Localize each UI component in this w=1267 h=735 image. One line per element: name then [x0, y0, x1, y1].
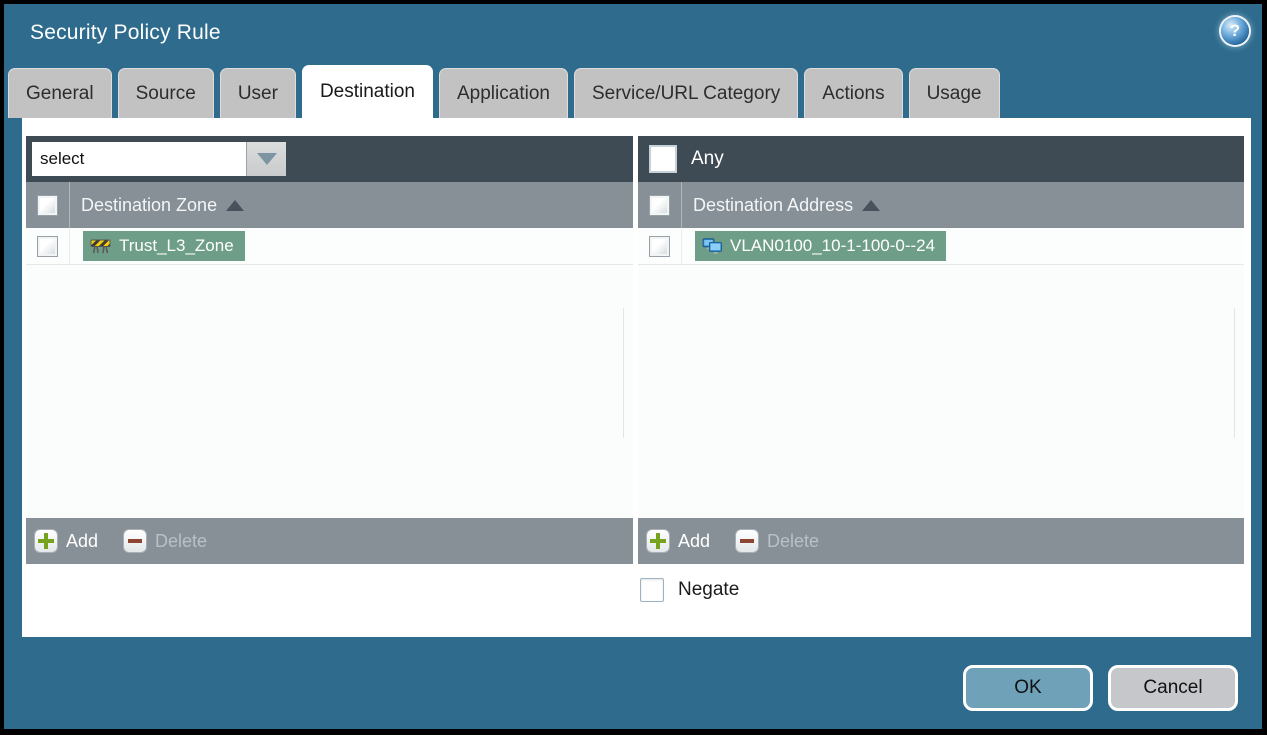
- address-delete-button[interactable]: Delete: [736, 530, 819, 552]
- tab-usage[interactable]: Usage: [908, 68, 1000, 118]
- address-add-button[interactable]: Add: [647, 530, 710, 552]
- zone-panel-footer: Add Delete: [26, 518, 633, 564]
- plus-icon: [647, 530, 669, 552]
- minus-icon: [124, 530, 147, 552]
- address-select-all-cell: [638, 182, 682, 228]
- zone-type-dropdown[interactable]: select: [32, 142, 286, 176]
- any-label: Any: [691, 148, 724, 169]
- zone-type-dropdown-button[interactable]: [246, 142, 286, 176]
- tab-actions[interactable]: Actions: [804, 68, 903, 118]
- dialog-title: Security Policy Rule: [30, 21, 221, 44]
- negate-toggle: Negate: [640, 578, 739, 602]
- zone-name: Trust_L3_Zone: [119, 236, 234, 255]
- zone-list: Trust_L3_Zone: [26, 228, 633, 518]
- zone-select-all-cell: [26, 182, 70, 228]
- destination-zone-panel: select Destination Zone Trust_L3_Zone Ad…: [26, 136, 633, 564]
- zone-add-label: Add: [66, 530, 99, 551]
- zone-column-header[interactable]: Destination Zone: [81, 195, 217, 216]
- address-delete-label: Delete: [767, 530, 820, 551]
- chevron-down-icon: [256, 153, 277, 165]
- tab-general[interactable]: General: [8, 68, 112, 118]
- sort-ascending-icon[interactable]: [226, 199, 245, 211]
- address-list: VLAN0100_10-1-100-0--24: [638, 228, 1244, 518]
- address-row-checkbox-cell: [638, 228, 682, 264]
- zone-column-header-row: Destination Zone: [26, 182, 633, 228]
- address-add-label: Add: [678, 530, 711, 551]
- tab-destination[interactable]: Destination: [301, 65, 433, 118]
- any-checkbox[interactable]: [651, 147, 675, 171]
- address-list-scrollbar[interactable]: [1234, 308, 1235, 438]
- tab-service-url-category[interactable]: Service/URL Category: [573, 68, 799, 118]
- security-policy-rule-dialog: Security Policy Rule ? General Source Us…: [4, 4, 1262, 729]
- address-panel-toolbar: Any: [638, 136, 1244, 182]
- minus-icon: [736, 530, 759, 552]
- tab-bar: General Source User Destination Applicat…: [8, 65, 1000, 118]
- ok-button[interactable]: OK: [963, 665, 1093, 711]
- address-column-header-row: Destination Address: [638, 182, 1244, 228]
- address-value-chip[interactable]: VLAN0100_10-1-100-0--24: [695, 231, 947, 261]
- zone-list-scrollbar[interactable]: [623, 308, 624, 438]
- zone-panel-toolbar: select: [26, 136, 633, 182]
- plus-icon: [35, 530, 57, 552]
- zone-value-chip[interactable]: Trust_L3_Zone: [83, 231, 245, 261]
- negate-label: Negate: [678, 579, 740, 600]
- destination-tab-content: select Destination Zone Trust_L3_Zone Ad…: [22, 118, 1251, 637]
- zone-delete-button[interactable]: Delete: [124, 530, 207, 552]
- zone-type-dropdown-value[interactable]: select: [32, 142, 246, 176]
- any-toggle: Any: [644, 147, 724, 171]
- address-select-all-checkbox[interactable]: [650, 195, 669, 215]
- destination-address-panel: Any Destination Address VLAN0100_10-1-10…: [638, 136, 1244, 564]
- zone-add-button[interactable]: Add: [35, 530, 98, 552]
- cancel-button[interactable]: Cancel: [1108, 665, 1238, 711]
- zone-list-item[interactable]: Trust_L3_Zone: [26, 228, 633, 265]
- address-name: VLAN0100_10-1-100-0--24: [730, 236, 936, 255]
- zone-icon: [90, 239, 111, 254]
- zone-row-checkbox-cell: [26, 228, 70, 264]
- negate-checkbox[interactable]: [640, 578, 664, 602]
- help-icon[interactable]: ?: [1221, 17, 1249, 45]
- address-panel-footer: Add Delete: [638, 518, 1244, 564]
- address-icon: [702, 238, 722, 254]
- zone-row-checkbox[interactable]: [38, 236, 57, 256]
- address-list-item[interactable]: VLAN0100_10-1-100-0--24: [638, 228, 1244, 265]
- zone-select-all-checkbox[interactable]: [38, 195, 57, 215]
- tab-source[interactable]: Source: [117, 68, 214, 118]
- address-column-header[interactable]: Destination Address: [693, 195, 853, 216]
- tab-user[interactable]: User: [219, 68, 296, 118]
- tab-application[interactable]: Application: [439, 68, 568, 118]
- sort-ascending-icon[interactable]: [862, 199, 881, 211]
- zone-delete-label: Delete: [155, 530, 208, 551]
- address-row-checkbox[interactable]: [650, 236, 669, 256]
